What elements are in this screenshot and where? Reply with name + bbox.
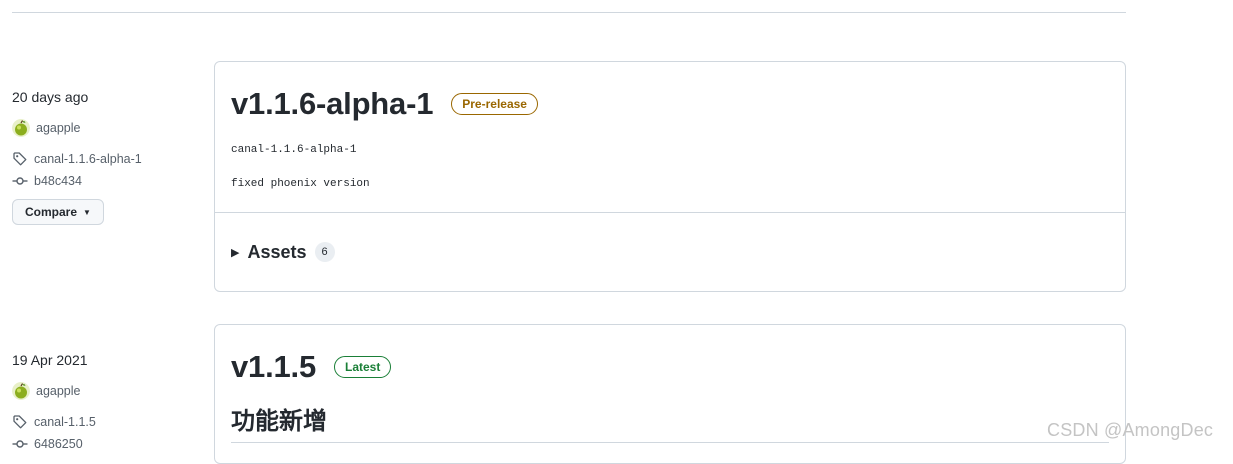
release-title[interactable]: v1.1.5: [231, 349, 316, 385]
assets-summary[interactable]: ▶ Assets 6: [215, 212, 1125, 291]
compare-label: Compare: [25, 205, 78, 219]
release-body-line: fixed phoenix version: [231, 178, 370, 190]
release-tag[interactable]: canal-1.1.6-alpha-1: [12, 149, 202, 169]
release-title[interactable]: v1.1.6-alpha-1: [231, 86, 433, 122]
release-commit[interactable]: 6486250: [12, 434, 202, 454]
commit-icon: [12, 177, 28, 185]
release-meta: 19 Apr 2021 agapple canal-1.1.5 6486250: [12, 350, 202, 454]
tag-icon: [13, 415, 27, 429]
compare-button[interactable]: Compare ▼: [12, 199, 104, 225]
tag-icon: [13, 152, 27, 166]
release-body-line: canal-1.1.6-alpha-1: [231, 144, 357, 156]
top-divider: [12, 12, 1126, 13]
heading-divider: [231, 442, 1109, 443]
release-author[interactable]: agapple: [12, 381, 202, 401]
commit-icon: [12, 440, 28, 448]
release-date: 19 Apr 2021: [12, 352, 88, 368]
author-name[interactable]: agapple: [36, 118, 81, 138]
commit-sha[interactable]: b48c434: [34, 171, 82, 191]
release-author[interactable]: agapple: [12, 118, 202, 138]
release-tag[interactable]: canal-1.1.5: [12, 412, 202, 432]
assets-count: 6: [314, 242, 335, 262]
release-card: v1.1.6-alpha-1 Pre-release canal-1.1.6-a…: [214, 61, 1126, 292]
latest-badge: Latest: [334, 356, 392, 378]
section-heading: 功能新增: [231, 408, 327, 435]
release-card: v1.1.5 Latest 功能新增: [214, 324, 1126, 464]
prerelease-badge: Pre-release: [451, 93, 538, 115]
release-date: 20 days ago: [12, 89, 89, 105]
assets-title[interactable]: Assets: [247, 242, 306, 263]
avatar[interactable]: [12, 382, 30, 400]
release-commit[interactable]: b48c434: [12, 171, 202, 191]
avatar[interactable]: [12, 119, 30, 137]
caret-right-icon[interactable]: ▶: [231, 246, 239, 259]
author-name[interactable]: agapple: [36, 381, 81, 401]
commit-sha[interactable]: 6486250: [34, 434, 83, 454]
chevron-down-icon: ▼: [83, 207, 91, 217]
watermark: CSDN @AmongDec: [1047, 420, 1214, 440]
tag-name[interactable]: canal-1.1.6-alpha-1: [34, 149, 142, 169]
release-meta: 20 days ago agapple canal-1.1.6-alpha-1 …: [12, 87, 202, 225]
tag-name[interactable]: canal-1.1.5: [34, 412, 96, 432]
